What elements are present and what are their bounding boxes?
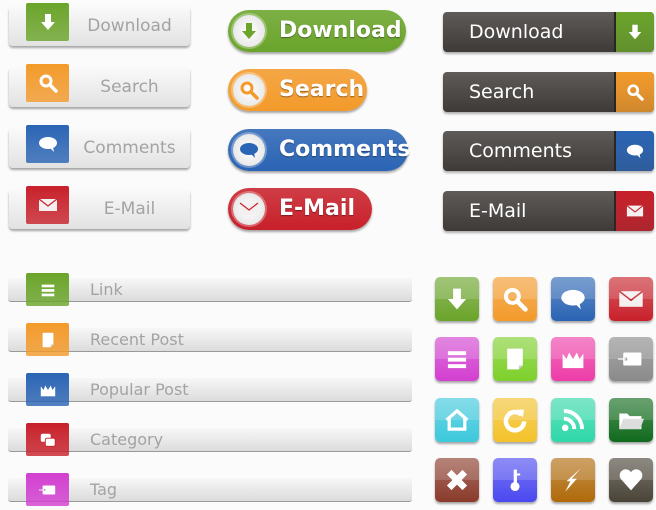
comment-icon — [26, 125, 69, 163]
download-icon — [26, 3, 69, 41]
close-icon — [446, 469, 468, 491]
tag-icon — [618, 352, 642, 366]
download-dark-button[interactable]: Download — [443, 12, 654, 52]
mail-icon — [26, 186, 69, 224]
comment-icon — [614, 131, 654, 171]
button-label: Search — [469, 81, 535, 103]
list-icon — [26, 273, 69, 306]
comments-button[interactable]: Comments — [9, 125, 190, 168]
home-icon — [445, 408, 469, 431]
download-icon — [447, 288, 467, 310]
page-tile-button[interactable] — [493, 337, 537, 381]
comment-icon — [233, 134, 265, 166]
refresh-icon — [503, 409, 527, 433]
refresh-tile-button[interactable] — [493, 398, 537, 442]
e-mail-dark-button[interactable]: E-Mail — [443, 191, 654, 231]
download-icon — [614, 12, 654, 52]
button-label: Search — [279, 77, 365, 102]
search-icon — [26, 64, 69, 102]
button-label: Search — [100, 77, 159, 97]
button-label: Comments — [469, 140, 572, 162]
comments-pill-button[interactable]: Comments — [228, 129, 411, 171]
download-icon — [233, 15, 265, 47]
rss-icon — [561, 408, 585, 432]
button-label: Link — [90, 280, 123, 299]
button-label: E-Mail — [279, 196, 355, 221]
category-icon — [26, 423, 69, 456]
mail-icon — [233, 193, 265, 225]
crown-tile-button[interactable] — [551, 337, 595, 381]
list-item-link[interactable]: Link — [8, 273, 412, 306]
search-tile-button[interactable] — [493, 277, 537, 321]
folder-tile-button[interactable] — [609, 398, 653, 442]
mail-icon — [614, 191, 654, 231]
download-pill-button[interactable]: Download — [228, 10, 406, 52]
list-item-popular-post[interactable]: Popular Post — [8, 373, 412, 406]
button-label: Popular Post — [90, 380, 189, 399]
button-label: Tag — [90, 480, 118, 499]
download-tile-button[interactable] — [435, 277, 479, 321]
heart-icon — [619, 469, 643, 491]
search-icon — [233, 74, 265, 106]
button-label: Comments — [83, 138, 176, 158]
comment-icon — [561, 289, 585, 310]
list-item-category[interactable]: Category — [8, 423, 412, 456]
crown-icon — [562, 352, 584, 369]
button-label: Download — [87, 16, 172, 36]
list-item-recent-post[interactable]: Recent Post — [8, 323, 412, 356]
button-label: Download — [469, 21, 564, 43]
e-mail-pill-button[interactable]: E-Mail — [228, 188, 372, 230]
rss-tile-button[interactable] — [551, 398, 595, 442]
mail-tile-button[interactable] — [609, 277, 653, 321]
search-dark-button[interactable]: Search — [443, 72, 654, 112]
list-item-tag[interactable]: Tag — [8, 473, 412, 506]
key-icon — [510, 469, 521, 492]
home-tile-button[interactable] — [435, 398, 479, 442]
comments-dark-button[interactable]: Comments — [443, 131, 654, 171]
button-label: Comments — [279, 137, 411, 162]
button-label: Category — [90, 430, 164, 449]
page-icon — [507, 348, 523, 370]
list-tile-button[interactable] — [435, 337, 479, 381]
lightning-icon — [565, 468, 581, 492]
key-tile-button[interactable] — [493, 458, 537, 502]
tag-icon — [26, 473, 69, 506]
download-button[interactable]: Download — [9, 3, 190, 46]
button-label: Recent Post — [90, 330, 184, 349]
list-icon — [447, 351, 467, 369]
search-button[interactable]: Search — [9, 64, 190, 107]
e-mail-button[interactable]: E-Mail — [9, 186, 190, 229]
button-label: E-Mail — [103, 199, 156, 219]
crown-icon — [26, 373, 69, 406]
page-icon — [26, 323, 69, 356]
heart-tile-button[interactable] — [609, 458, 653, 502]
mail-icon — [618, 290, 644, 307]
button-label: E-Mail — [469, 200, 527, 222]
folder-icon — [619, 413, 644, 430]
search-pill-button[interactable]: Search — [228, 69, 367, 111]
search-icon — [614, 72, 654, 112]
lightning-tile-button[interactable] — [551, 458, 595, 502]
button-label: Download — [279, 18, 402, 43]
search-icon — [503, 287, 528, 312]
close-tile-button[interactable] — [435, 458, 479, 502]
comment-tile-button[interactable] — [551, 277, 595, 321]
tag-tile-button[interactable] — [609, 337, 653, 381]
